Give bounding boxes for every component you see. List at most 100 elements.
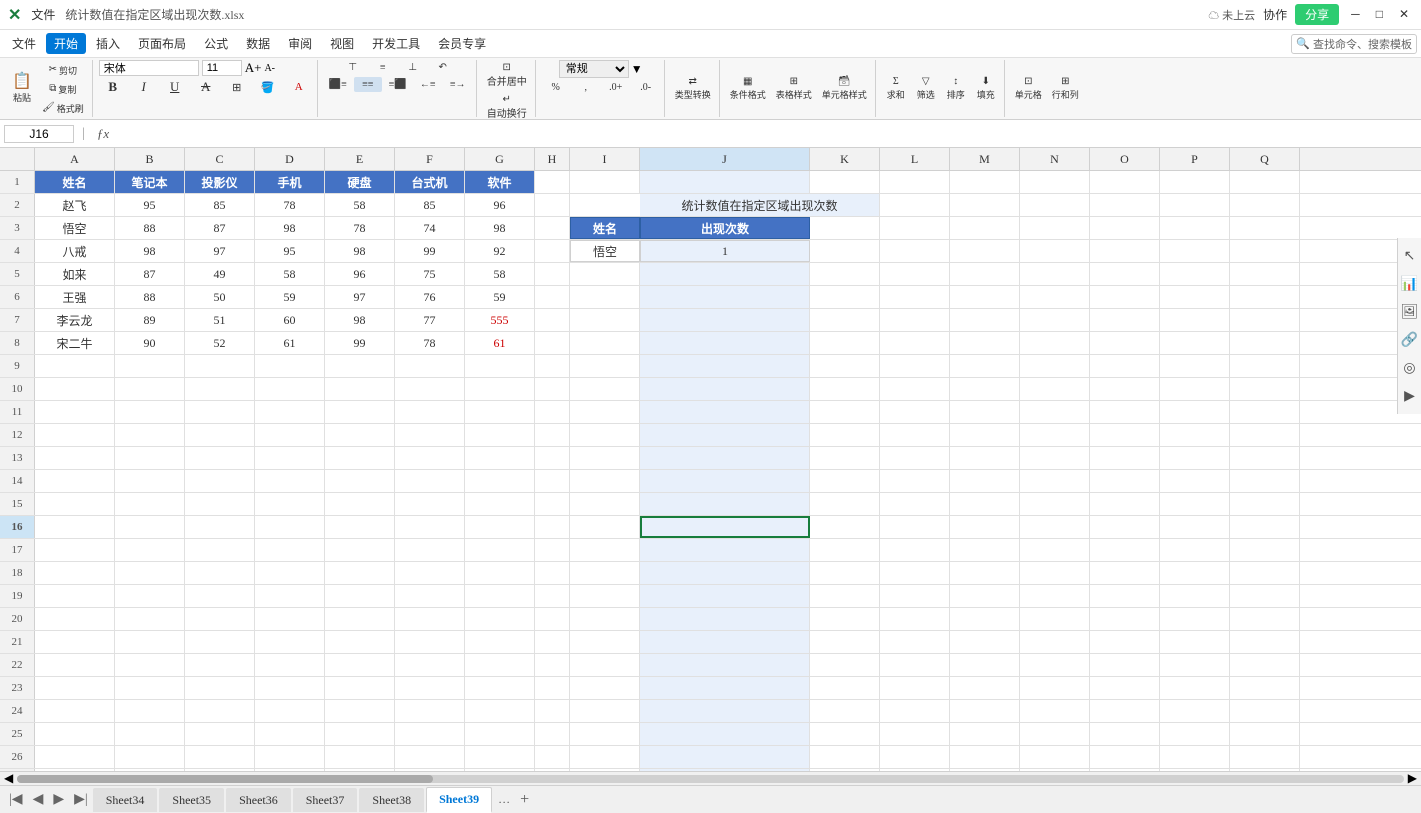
cell-J13[interactable] (640, 447, 810, 469)
window-minimize[interactable]: ─ (1347, 7, 1364, 22)
right-panel-theme[interactable]: ◎ (1400, 358, 1420, 378)
col-header-I[interactable]: I (570, 148, 640, 170)
cell-M10[interactable] (950, 378, 1020, 400)
cell-C3[interactable]: 87 (185, 217, 255, 239)
cell-N17[interactable] (1020, 539, 1090, 561)
cell-E15[interactable] (325, 493, 395, 515)
cell-O25[interactable] (1090, 723, 1160, 745)
formula-fx-label[interactable]: ƒx (93, 126, 113, 142)
cell-A23[interactable] (35, 677, 115, 699)
menu-data[interactable]: 数据 (238, 33, 278, 54)
cell-F16[interactable] (395, 516, 465, 538)
cell-N1[interactable] (1020, 171, 1090, 193)
cell-O21[interactable] (1090, 631, 1160, 653)
cell-M6[interactable] (950, 286, 1020, 308)
cell-G21[interactable] (465, 631, 535, 653)
cell-N22[interactable] (1020, 654, 1090, 676)
cell-C10[interactable] (185, 378, 255, 400)
cell-A22[interactable] (35, 654, 115, 676)
col-header-G[interactable]: G (465, 148, 535, 170)
cell-F3[interactable]: 74 (395, 217, 465, 239)
cell-P1[interactable] (1160, 171, 1230, 193)
cell-M14[interactable] (950, 470, 1020, 492)
cell-Q18[interactable] (1230, 562, 1300, 584)
cell-M26[interactable] (950, 746, 1020, 768)
cell-Q26[interactable] (1230, 746, 1300, 768)
cell-L19[interactable] (880, 585, 950, 607)
col-header-C[interactable]: C (185, 148, 255, 170)
cell-O20[interactable] (1090, 608, 1160, 630)
cell-A12[interactable] (35, 424, 115, 446)
cell-A3[interactable]: 悟空 (35, 217, 115, 239)
cell-A1[interactable]: 姓名 (35, 171, 115, 193)
cell-I27[interactable] (570, 769, 640, 771)
cell-A6[interactable]: 王强 (35, 286, 115, 308)
cell-O12[interactable] (1090, 424, 1160, 446)
cell-N11[interactable] (1020, 401, 1090, 423)
cell-L23[interactable] (880, 677, 950, 699)
cell-K16[interactable] (810, 516, 880, 538)
wrap-text-button[interactable]: ↵ 自动换行 (483, 92, 531, 120)
cell-G24[interactable] (465, 700, 535, 722)
scroll-left-btn[interactable]: ◀ (4, 771, 13, 786)
cell-D17[interactable] (255, 539, 325, 561)
cell-A21[interactable] (35, 631, 115, 653)
cell-G8[interactable]: 61 (465, 332, 535, 354)
cell-C7[interactable]: 51 (185, 309, 255, 331)
cell-C23[interactable] (185, 677, 255, 699)
cell-O8[interactable] (1090, 332, 1160, 354)
cell-J27[interactable] (640, 769, 810, 771)
cell-G12[interactable] (465, 424, 535, 446)
cell-A17[interactable] (35, 539, 115, 561)
cell-O23[interactable] (1090, 677, 1160, 699)
cell-A27[interactable] (35, 769, 115, 771)
menu-insert[interactable]: 插入 (88, 33, 128, 54)
cell-A7[interactable]: 李云龙 (35, 309, 115, 331)
cond-format-button[interactable]: ▦ 条件格式 (726, 74, 770, 103)
cell-I26[interactable] (570, 746, 640, 768)
cell-D3[interactable]: 98 (255, 217, 325, 239)
cell-E23[interactable] (325, 677, 395, 699)
cell-M7[interactable] (950, 309, 1020, 331)
cell-K4[interactable] (810, 240, 880, 262)
cell-C17[interactable] (185, 539, 255, 561)
cell-L14[interactable] (880, 470, 950, 492)
cell-I21[interactable] (570, 631, 640, 653)
row-num-20[interactable]: 20 (0, 608, 35, 630)
cell-M22[interactable] (950, 654, 1020, 676)
cell-I9[interactable] (570, 355, 640, 377)
cell-F25[interactable] (395, 723, 465, 745)
cell-M24[interactable] (950, 700, 1020, 722)
cell-H25[interactable] (535, 723, 570, 745)
cell-E9[interactable] (325, 355, 395, 377)
cell-K5[interactable] (810, 263, 880, 285)
cell-F8[interactable]: 78 (395, 332, 465, 354)
cell-L25[interactable] (880, 723, 950, 745)
cell-E25[interactable] (325, 723, 395, 745)
cell-M13[interactable] (950, 447, 1020, 469)
cell-L3[interactable] (880, 217, 950, 239)
cell-E12[interactable] (325, 424, 395, 446)
cell-N25[interactable] (1020, 723, 1090, 745)
cell-H2[interactable] (535, 194, 570, 216)
collab-btn[interactable]: 协作 (1263, 6, 1287, 23)
cell-K10[interactable] (810, 378, 880, 400)
cell-D7[interactable]: 60 (255, 309, 325, 331)
sum-button[interactable]: Σ 求和 (882, 74, 910, 103)
font-increase-btn[interactable]: A+ (245, 60, 262, 76)
row-num-6[interactable]: 6 (0, 286, 35, 308)
cell-H7[interactable] (535, 309, 570, 331)
cell-D27[interactable] (255, 769, 325, 771)
share-button[interactable]: 分享 (1295, 4, 1339, 25)
cell-K7[interactable] (810, 309, 880, 331)
cell-Q17[interactable] (1230, 539, 1300, 561)
cell-L21[interactable] (880, 631, 950, 653)
cell-D23[interactable] (255, 677, 325, 699)
cell-J22[interactable] (640, 654, 810, 676)
cell-J15[interactable] (640, 493, 810, 515)
cell-M1[interactable] (950, 171, 1020, 193)
cell-K22[interactable] (810, 654, 880, 676)
col-header-E[interactable]: E (325, 148, 395, 170)
sheet-add-btn[interactable]: + (514, 791, 535, 809)
decimal-increase-btn[interactable]: .0+ (602, 80, 630, 95)
